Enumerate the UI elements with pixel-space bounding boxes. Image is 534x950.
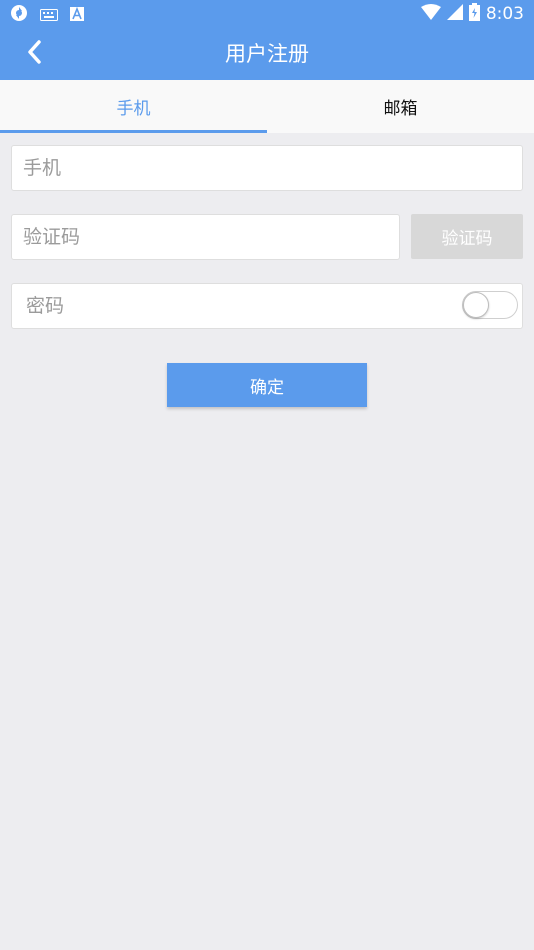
battery-icon xyxy=(468,3,480,25)
app-header: 8:03 用户注册 xyxy=(0,0,534,80)
sync-icon xyxy=(10,4,28,26)
status-time: 8:03 xyxy=(485,4,524,24)
toolbar: 用户注册 xyxy=(0,28,534,80)
code-input[interactable] xyxy=(23,226,399,248)
tab-phone[interactable]: 手机 xyxy=(0,80,267,133)
tab-bar: 手机 邮箱 xyxy=(0,80,534,133)
a-icon xyxy=(70,6,84,25)
phone-field-container xyxy=(11,145,523,191)
status-bar: 8:03 xyxy=(0,0,534,28)
code-field-container xyxy=(11,214,400,260)
get-code-button[interactable]: 验证码 xyxy=(411,214,523,259)
signal-icon xyxy=(446,4,463,24)
password-visibility-toggle[interactable] xyxy=(462,291,518,319)
wifi-icon xyxy=(420,4,441,24)
status-bar-left xyxy=(10,4,84,26)
page-title: 用户注册 xyxy=(225,42,309,66)
status-bar-right: 8:03 xyxy=(420,3,524,25)
tab-email[interactable]: 邮箱 xyxy=(267,80,534,133)
confirm-button[interactable]: 确定 xyxy=(167,363,367,407)
keyboard-icon xyxy=(40,6,58,25)
phone-input[interactable] xyxy=(23,157,522,179)
password-field-container xyxy=(11,283,523,329)
toggle-knob xyxy=(463,292,489,318)
password-input[interactable] xyxy=(26,295,456,317)
